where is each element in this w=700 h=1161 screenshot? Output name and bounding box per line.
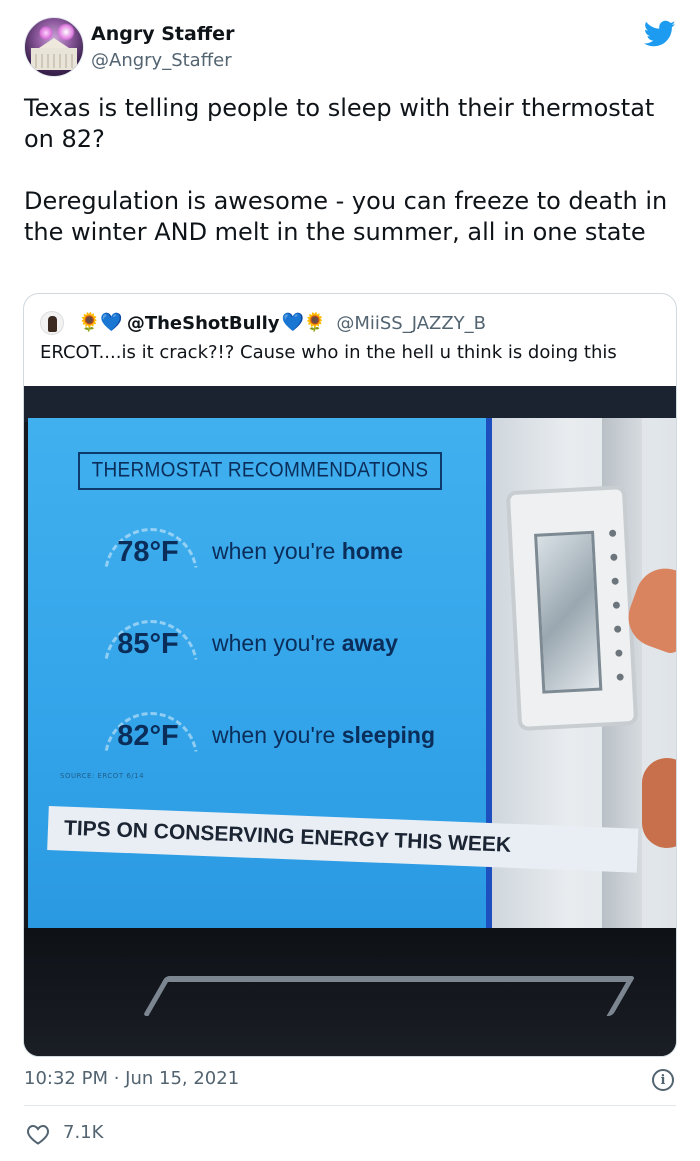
tweet-text: Texas is telling people to sleep with th… bbox=[24, 93, 679, 248]
gauge-icon: 85°F bbox=[102, 618, 194, 668]
divider bbox=[24, 1105, 676, 1106]
news-banner-text: TIPS ON CONSERVING ENERGY THIS WEEK bbox=[63, 816, 512, 857]
tweet-timestamp[interactable]: 10:32 PM · Jun 15, 2021 bbox=[24, 1068, 239, 1089]
tweet-text-line-1: Texas is telling people to sleep with th… bbox=[24, 94, 655, 153]
quoted-name-suffix-emoji: 💙🌻 bbox=[281, 312, 327, 333]
temp-home: 78°F bbox=[117, 536, 179, 568]
quoted-author-handle: @MiiSS_JAZZY_B bbox=[336, 312, 487, 334]
tv-screen: THERMOSTAT RECOMMENDATIONS 78°F when you… bbox=[28, 418, 676, 928]
temp-away: 85°F bbox=[117, 628, 179, 660]
thermostat-heading: THERMOSTAT RECOMMENDATIONS bbox=[91, 458, 429, 482]
info-icon[interactable]: i bbox=[652, 1069, 674, 1091]
gauge-icon: 82°F bbox=[102, 710, 194, 760]
quoted-tweet-text: ERCOT....is it crack?!? Cause who in the… bbox=[40, 342, 617, 363]
quoted-author-name: @TheShotBully bbox=[126, 312, 280, 334]
tweet-text-line-2: Deregulation is awesome - you can freeze… bbox=[24, 187, 668, 246]
photo-top-bezel bbox=[24, 386, 676, 422]
gauge-icon: 78°F bbox=[102, 526, 194, 576]
recommendation-sleeping: 82°F when you're sleeping bbox=[102, 710, 435, 760]
tv-stand bbox=[142, 976, 636, 1016]
graphic-source: SOURCE: ERCOT 6/14 bbox=[60, 772, 145, 780]
twitter-bird-icon[interactable] bbox=[644, 20, 676, 48]
thermostat-heading-box: THERMOSTAT RECOMMENDATIONS bbox=[78, 452, 442, 490]
quoted-tweet-header: 🌻💙 @TheShotBully 💙🌻 @MiiSS_JAZZY_B bbox=[40, 308, 486, 338]
recommendation-home: 78°F when you're home bbox=[102, 526, 403, 576]
quoted-tweet[interactable]: 🌻💙 @TheShotBully 💙🌻 @MiiSS_JAZZY_B ERCOT… bbox=[23, 293, 677, 1057]
temp-sleeping: 82°F bbox=[117, 720, 179, 752]
tweet-card: Angry Staffer @Angry_Staffer Texas is te… bbox=[0, 0, 700, 1161]
author-display-name[interactable]: Angry Staffer bbox=[91, 23, 234, 45]
thermostat-device bbox=[505, 485, 639, 731]
quoted-name-prefix-emoji: 🌻💙 bbox=[78, 312, 123, 333]
author-avatar[interactable] bbox=[24, 17, 84, 77]
label-sleeping: when you're sleeping bbox=[212, 721, 436, 748]
quoted-tweet-photo[interactable]: THERMOSTAT RECOMMENDATIONS 78°F when you… bbox=[24, 386, 676, 1056]
author-handle[interactable]: @Angry_Staffer bbox=[91, 50, 232, 71]
label-away: when you're away bbox=[212, 629, 398, 656]
label-home: when you're home bbox=[212, 537, 404, 564]
heart-icon[interactable] bbox=[26, 1123, 50, 1145]
recommendation-away: 85°F when you're away bbox=[102, 618, 398, 668]
like-count[interactable]: 7.1K bbox=[63, 1122, 103, 1143]
quoted-author-avatar bbox=[40, 311, 64, 335]
